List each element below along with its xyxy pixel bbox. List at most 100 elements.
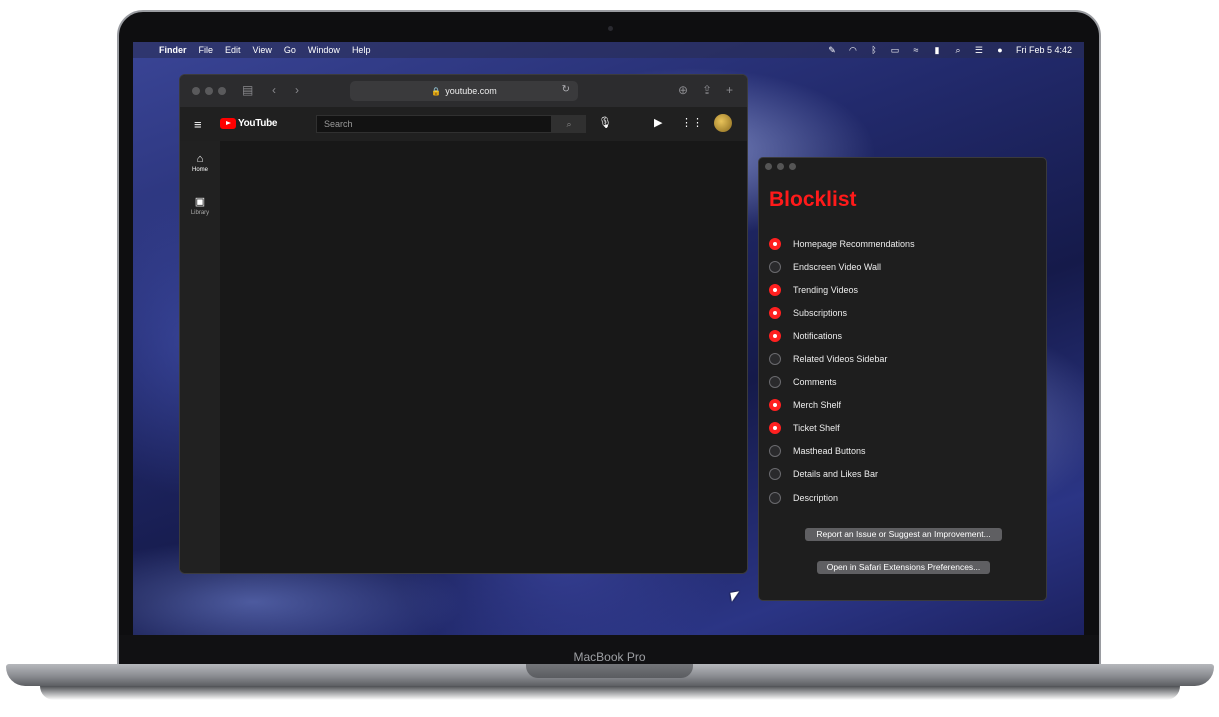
blocklist-window-controls bbox=[765, 163, 796, 170]
menu-help[interactable]: Help bbox=[352, 45, 371, 55]
airdrop-icon[interactable]: ◠ bbox=[848, 45, 858, 56]
blocklist-item-label: Related Videos Sidebar bbox=[793, 354, 888, 365]
list-item[interactable]: Masthead Buttons bbox=[769, 440, 915, 463]
siri-icon[interactable]: ● bbox=[995, 45, 1005, 55]
menu-window[interactable]: Window bbox=[308, 45, 340, 55]
radio-selected[interactable] bbox=[769, 306, 781, 319]
radio-selected[interactable] bbox=[769, 283, 781, 296]
youtube-sidebar: ⌂ Home ▣ Library bbox=[180, 141, 220, 573]
blocklist-zoom-button[interactable] bbox=[789, 163, 796, 170]
list-item[interactable]: Endscreen Video Wall bbox=[769, 255, 915, 278]
reload-icon[interactable]: ↻ bbox=[562, 84, 570, 95]
menu-view[interactable]: View bbox=[253, 45, 272, 55]
blocklist-title: Blocklist bbox=[769, 188, 857, 211]
blocklist-item-label: Details and Likes Bar bbox=[793, 469, 879, 480]
report-issue-button[interactable]: Report an Issue or Suggest an Improvemen… bbox=[805, 528, 1002, 541]
radio-selected[interactable] bbox=[769, 329, 781, 342]
status-area: ✎ ◠ ᛒ ▭ ≈ ▮ ⌕ ☰ ● Fri Feb 5 4:42 bbox=[827, 42, 1072, 58]
close-button[interactable] bbox=[192, 87, 200, 95]
new-tab-icon[interactable]: + bbox=[726, 83, 733, 97]
share-icon[interactable]: ⇪ bbox=[702, 83, 712, 97]
sidebar-item-label: Library bbox=[190, 210, 210, 216]
sidebar-toggle-icon[interactable]: ▤ bbox=[242, 83, 253, 97]
menu-bar: Finder File Edit View Go Window Help ✎ ◠… bbox=[133, 42, 1084, 58]
youtube-search-input[interactable]: Search bbox=[316, 115, 552, 133]
radio-unselected[interactable] bbox=[769, 260, 781, 273]
lock-icon: 🔒 bbox=[431, 86, 442, 96]
avatar[interactable] bbox=[714, 114, 732, 132]
desktop-screen: Finder File Edit View Go Window Help ✎ ◠… bbox=[133, 42, 1084, 635]
sidebar-item-library[interactable]: ▣ Library bbox=[180, 195, 220, 216]
list-item[interactable]: Details and Likes Bar bbox=[769, 463, 915, 486]
list-item[interactable]: Homepage Recommendations bbox=[769, 232, 915, 255]
menu-clock[interactable]: Fri Feb 5 4:42 bbox=[1016, 45, 1072, 55]
bluetooth-icon[interactable]: ᛒ bbox=[869, 45, 879, 55]
radio-selected[interactable] bbox=[769, 422, 781, 435]
list-item[interactable]: Description bbox=[769, 486, 915, 509]
list-item[interactable]: Related Videos Sidebar bbox=[769, 347, 915, 370]
sidebar-item-label: Home bbox=[191, 167, 208, 173]
radio-unselected[interactable] bbox=[769, 491, 781, 504]
blocklist-item-label: Notifications bbox=[793, 330, 843, 341]
blocklist-item-label: Homepage Recommendations bbox=[793, 238, 915, 249]
list-item[interactable]: Ticket Shelf bbox=[769, 417, 915, 440]
apps-grid-icon[interactable]: ⋮⋮ bbox=[681, 116, 703, 129]
menu-edit[interactable]: Edit bbox=[225, 45, 241, 55]
blocklist-minimize-button[interactable] bbox=[777, 163, 784, 170]
youtube-header: ≡ YouTube Search ⌕ 🎙 ▶ ⋮⋮ bbox=[180, 107, 747, 141]
blocklist-close-button[interactable] bbox=[765, 163, 772, 170]
radio-selected[interactable] bbox=[769, 237, 781, 250]
youtube-content-area bbox=[220, 141, 747, 573]
radio-unselected[interactable] bbox=[769, 353, 781, 366]
sidebar-item-home[interactable]: ⌂ Home bbox=[180, 153, 220, 173]
youtube-play-icon bbox=[220, 118, 236, 129]
blocklist-options: Homepage Recommendations Endscreen Video … bbox=[769, 232, 915, 509]
list-item[interactable]: Merch Shelf bbox=[769, 394, 915, 417]
blocklist-item-label: Trending Videos bbox=[793, 284, 859, 295]
microphone-icon[interactable]: 🎙 bbox=[598, 116, 612, 129]
radio-unselected[interactable] bbox=[769, 376, 781, 389]
blocklist-item-label: Subscriptions bbox=[793, 307, 848, 318]
menu-file[interactable]: File bbox=[199, 45, 214, 55]
list-item[interactable]: Notifications bbox=[769, 324, 915, 347]
safari-window: ▤ ‹ › 🔒 youtube.com ↻ ⊕ ⇪ + ≡ YouTube Se… bbox=[179, 74, 748, 574]
safari-toolbar: ▤ ‹ › 🔒 youtube.com ↻ ⊕ ⇪ + bbox=[180, 75, 747, 107]
spotlight-icon[interactable]: ⌕ bbox=[953, 45, 963, 56]
blocklist-item-label: Merch Shelf bbox=[793, 400, 842, 411]
airplay-icon[interactable]: ▭ bbox=[890, 45, 900, 56]
model-label: MacBook Pro bbox=[573, 650, 646, 664]
open-extension-preferences-button[interactable]: Open in Safari Extensions Preferences... bbox=[817, 561, 990, 574]
list-item[interactable]: Comments bbox=[769, 371, 915, 394]
list-item[interactable]: Trending Videos bbox=[769, 278, 915, 301]
blocklist-item-label: Endscreen Video Wall bbox=[793, 261, 882, 272]
minimize-button[interactable] bbox=[205, 87, 213, 95]
battery-icon[interactable]: ▮ bbox=[932, 45, 942, 56]
radio-unselected[interactable] bbox=[769, 445, 781, 458]
youtube-logo[interactable]: YouTube bbox=[220, 118, 278, 129]
blocklist-item-label: Description bbox=[793, 492, 839, 503]
home-icon: ⌂ bbox=[196, 153, 204, 165]
window-controls bbox=[192, 87, 226, 95]
forward-icon[interactable]: › bbox=[295, 83, 299, 97]
create-video-icon[interactable]: ▶ bbox=[654, 116, 662, 129]
menu-app-name[interactable]: Finder bbox=[159, 45, 187, 55]
list-item[interactable]: Subscriptions bbox=[769, 301, 915, 324]
menu-go[interactable]: Go bbox=[284, 45, 296, 55]
base-shadow bbox=[40, 686, 1180, 700]
back-icon[interactable]: ‹ bbox=[272, 83, 276, 97]
address-bar[interactable]: 🔒 youtube.com ↻ bbox=[350, 81, 578, 101]
hamburger-menu-icon[interactable]: ≡ bbox=[194, 117, 202, 132]
blocklist-window: Blocklist Homepage Recommendations Endscr… bbox=[758, 157, 1047, 601]
blocklist-item-label: Comments bbox=[793, 377, 837, 388]
downloads-icon[interactable]: ⊕ bbox=[678, 83, 688, 97]
radio-unselected[interactable] bbox=[769, 468, 781, 481]
lid-notch bbox=[526, 664, 693, 678]
control-center-icon[interactable]: ☰ bbox=[974, 45, 984, 56]
mouse-pointer-icon bbox=[730, 591, 741, 602]
search-icon[interactable]: ⌕ bbox=[552, 115, 586, 133]
zoom-button[interactable] bbox=[218, 87, 226, 95]
radio-selected[interactable] bbox=[769, 399, 781, 412]
wifi-icon[interactable]: ≈ bbox=[911, 45, 921, 55]
accessibility-icon[interactable]: ✎ bbox=[827, 45, 837, 56]
youtube-logo-text: YouTube bbox=[238, 118, 278, 129]
